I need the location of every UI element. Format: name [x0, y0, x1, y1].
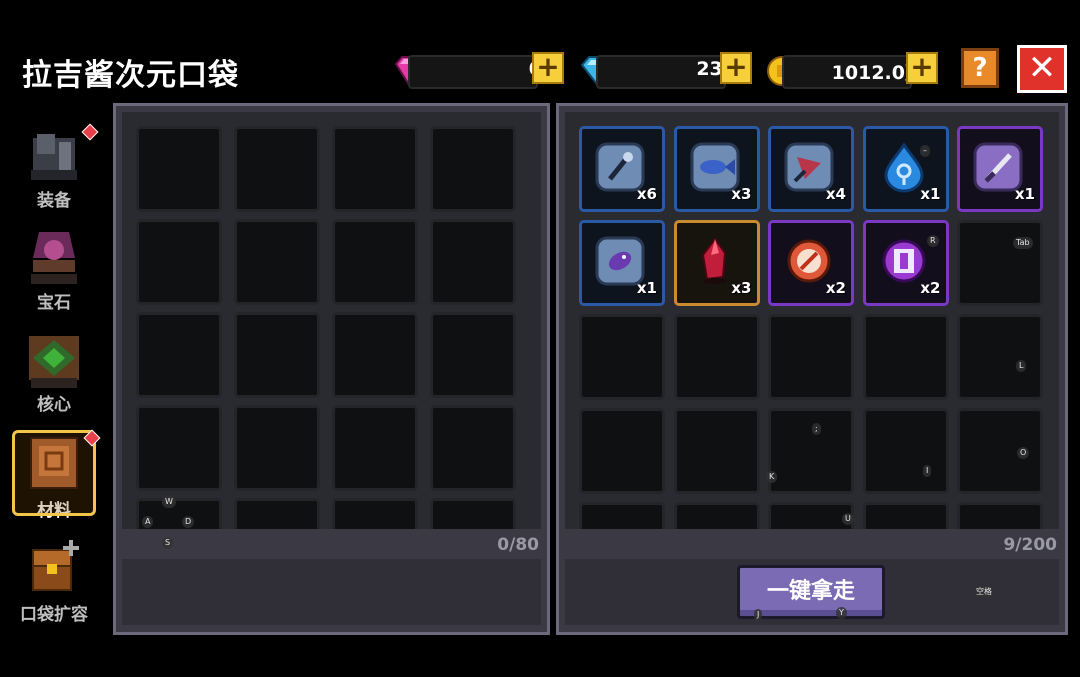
item-count: x1 [636, 279, 657, 297]
inventory-slot[interactable] [234, 405, 320, 491]
inventory-slot[interactable] [234, 498, 320, 529]
sidebar-label: 核心 [37, 395, 71, 415]
inventory-slot[interactable] [673, 502, 760, 529]
key-hint-tab: Tab [1013, 237, 1033, 249]
item-count: x2 [920, 279, 941, 297]
left-panel: 0/80 [113, 103, 550, 635]
inventory-slot-item[interactable]: x1 [957, 126, 1043, 212]
item-count: x6 [636, 185, 657, 203]
sidebar-label: 宝石 [37, 293, 71, 313]
inventory-slot[interactable] [430, 498, 516, 529]
inventory-slot-item[interactable]: x1 [862, 126, 949, 212]
gold-currency: 1012.0万 + [764, 50, 940, 89]
inventory-slot[interactable] [673, 314, 760, 400]
inventory-slot[interactable] [136, 219, 222, 305]
inventory-slot-item[interactable]: x2 [862, 220, 949, 306]
help-button[interactable]: ? [961, 48, 999, 88]
inventory-slot[interactable] [768, 408, 854, 494]
inventory-slot[interactable] [579, 408, 665, 494]
diamond-value: 236 [696, 58, 736, 80]
key-hint-r: R [927, 235, 939, 247]
page-title: 拉吉酱次元口袋 [22, 58, 239, 93]
inventory-slot[interactable] [862, 502, 949, 529]
gold-value: 1012.0万 [831, 62, 924, 84]
add-gold-button[interactable]: + [906, 52, 938, 84]
left-footer [122, 559, 541, 625]
key-hint-space: 空格 [973, 586, 995, 598]
material-book-icon [23, 436, 85, 498]
armor-icon [23, 126, 85, 188]
core-icon [23, 330, 85, 392]
inventory-slot[interactable] [430, 126, 516, 212]
inventory-slot[interactable] [332, 126, 418, 212]
inventory-slot[interactable] [136, 126, 222, 212]
add-diamond-button[interactable]: + [720, 52, 752, 84]
inventory-slot[interactable] [136, 405, 222, 491]
sidebar-label: 装备 [37, 191, 71, 211]
item-count: x4 [825, 185, 846, 203]
inventory-slot[interactable] [768, 502, 854, 529]
sidebar-item-gems[interactable]: 宝石 [12, 228, 96, 313]
inventory-slot[interactable] [332, 219, 418, 305]
pink-gem-value: 0 [420, 58, 542, 80]
inventory-slot[interactable] [862, 314, 949, 400]
inventory-slot[interactable] [957, 408, 1043, 494]
key-hint-u: U [842, 513, 854, 525]
key-hint-y: Y [836, 607, 847, 619]
left-capacity: 0/80 [497, 535, 539, 555]
inventory-slot-item[interactable]: x3 [673, 126, 760, 212]
sidebar-item-expand-pocket[interactable]: 口袋扩容 [12, 540, 96, 625]
key-hint-w: W [162, 496, 176, 508]
inventory-slot[interactable] [234, 219, 320, 305]
gem-altar-icon [23, 228, 85, 290]
inventory-slot[interactable] [332, 405, 418, 491]
key-hint-semicolon: ; [812, 423, 821, 435]
item-count: x3 [731, 279, 752, 297]
item-count: x2 [825, 279, 846, 297]
inventory-slot[interactable] [768, 314, 854, 400]
inventory-slot[interactable] [332, 498, 418, 529]
key-hint-j: J [754, 609, 763, 621]
inventory-slot[interactable] [332, 312, 418, 398]
item-count: x1 [1014, 185, 1035, 203]
inventory-slot[interactable] [579, 314, 665, 400]
sidebar-label: 口袋扩容 [20, 605, 88, 625]
inventory-slot-item[interactable]: x6 [579, 126, 665, 212]
inventory-slot[interactable] [234, 126, 320, 212]
right-capacity: 9/200 [1003, 535, 1057, 555]
inventory-slot[interactable] [430, 219, 516, 305]
inventory-slot[interactable] [862, 408, 949, 494]
key-hint-s: S [162, 537, 174, 549]
right-panel: x6 x3 x4 x1 x1 x1 x3 x2 x2 9/200 [556, 103, 1068, 635]
inventory-slot-item[interactable]: x1 [579, 220, 665, 306]
key-hint-dash: – [920, 145, 930, 157]
inventory-slot[interactable] [957, 220, 1043, 306]
inventory-slot[interactable] [430, 312, 516, 398]
inventory-slot[interactable] [234, 312, 320, 398]
inventory-slot-item[interactable]: x4 [768, 126, 854, 212]
inventory-slot[interactable] [430, 405, 516, 491]
add-pink-gem-button[interactable]: + [532, 52, 564, 84]
item-count: x3 [731, 185, 752, 203]
diamond-currency: 236 + [578, 50, 754, 89]
inventory-slot-item[interactable]: x2 [768, 220, 854, 306]
pink-gem-currency: 0 + [390, 50, 566, 89]
inventory-slot[interactable] [579, 502, 665, 529]
inventory-slot[interactable] [673, 408, 760, 494]
inventory-slot[interactable] [136, 312, 222, 398]
sidebar-item-materials[interactable]: 材料 [12, 429, 101, 521]
close-button[interactable]: ✕ [1017, 45, 1067, 93]
item-count: x1 [920, 185, 941, 203]
left-grid [122, 112, 541, 529]
key-hint-i: I [923, 465, 932, 477]
inventory-slot-item[interactable]: x3 [673, 220, 760, 306]
right-grid: x6 x3 x4 x1 x1 x1 x3 x2 x2 [565, 112, 1059, 529]
inventory-slot[interactable] [957, 502, 1043, 529]
key-hint-k: K [766, 471, 778, 483]
inventory-slot[interactable] [957, 314, 1043, 400]
sidebar-item-equipment[interactable]: 装备 [12, 123, 99, 211]
chest-icon [23, 540, 85, 602]
sidebar-item-core[interactable]: 核心 [12, 330, 96, 415]
